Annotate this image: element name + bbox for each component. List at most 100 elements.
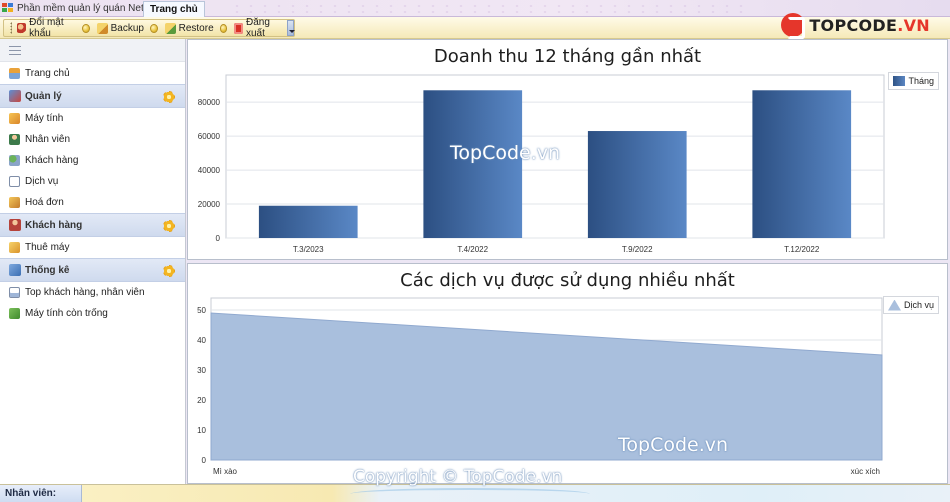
decorative-wave — [350, 488, 590, 500]
staff-icon — [9, 134, 20, 145]
revenue-chart-panel: Doanh thu 12 tháng gần nhất 0 20000 40000 6… — [187, 39, 948, 260]
sidebar-item-staff[interactable]: Nhân viên — [0, 129, 185, 150]
x-tick-label: T.4/2022 — [457, 245, 488, 254]
gear-icon[interactable] — [163, 91, 175, 103]
customer-icon — [9, 155, 20, 166]
sidebar: Trang chủ Quản lý Máy tính Nhân viên Khá… — [0, 39, 186, 484]
user-key-icon — [17, 22, 27, 34]
y-tick-label: 10 — [197, 426, 206, 435]
sidebar-item-computers[interactable]: Máy tính — [0, 108, 185, 129]
logout-label: Đăng xuất — [246, 17, 270, 39]
sidebar-group-label: Quản lý — [25, 90, 62, 102]
topcode-logo-icon — [781, 13, 806, 39]
sidebar-item-label: Khách hàng — [25, 155, 79, 166]
tab-home[interactable]: Trang chủ — [143, 1, 205, 17]
decorative-pattern — [230, 3, 750, 15]
sidebar-item-customers[interactable]: Khách hàng — [0, 150, 185, 171]
backup-label: Backup — [110, 22, 144, 34]
rent-icon — [9, 242, 20, 253]
bar — [587, 131, 687, 238]
sidebar-item-top-customers[interactable]: Top khách hàng, nhân viên — [0, 282, 185, 303]
chart-legend: Tháng — [888, 72, 939, 90]
services-area-chart: 0 10 20 30 40 50 Mì xào xúc xích — [197, 297, 883, 476]
sidebar-item-label: Nhân viên — [25, 134, 71, 145]
invoice-icon — [9, 197, 20, 208]
separator-dot-icon — [150, 23, 158, 33]
backup-button[interactable]: Backup — [95, 20, 146, 36]
y-tick-label: 40 — [197, 336, 206, 345]
x-tick-label: Mì xào — [213, 467, 238, 476]
sidebar-item-home[interactable]: Trang chủ — [0, 63, 185, 84]
sidebar-group-customers[interactable]: Khách hàng — [0, 213, 185, 237]
sidebar-group-management[interactable]: Quản lý — [0, 84, 185, 108]
restore-icon — [164, 22, 176, 34]
app-title-tab[interactable]: Phần mềm quản lý quán Net — [0, 1, 150, 17]
y-tick-label: 60000 — [198, 132, 221, 141]
topcode-logo: TOPCODE.VN — [781, 12, 930, 39]
toolbar-grip-handle[interactable] — [10, 22, 13, 34]
legend-label: Dịch vụ — [903, 300, 934, 310]
y-tick-label: 0 — [216, 234, 221, 243]
change-password-label: Đổi mật khẩu — [29, 17, 64, 39]
restore-button[interactable]: Restore — [163, 20, 216, 36]
y-tick-label: 50 — [197, 306, 206, 315]
x-tick-label: T.3/2023 — [293, 245, 324, 254]
legend-label: Tháng — [908, 76, 934, 86]
sidebar-item-invoices[interactable]: Hoá đơn — [0, 192, 185, 213]
services-chart-panel: Các dịch vụ được sử dụng nhiều nhất 0 10 2… — [187, 263, 948, 484]
app-icon — [2, 3, 13, 13]
home-icon — [9, 68, 20, 79]
separator-dot-icon — [82, 23, 90, 33]
logout-icon — [234, 22, 243, 34]
bar — [752, 90, 852, 238]
change-password-button[interactable]: Đổi mật khẩu — [15, 17, 78, 39]
legend-swatch — [887, 299, 901, 311]
computer-icon — [9, 113, 20, 124]
sidebar-header — [0, 39, 185, 62]
service-icon — [9, 176, 20, 187]
statistics-icon — [9, 264, 21, 276]
sidebar-item-label: Thuê máy — [25, 242, 70, 253]
sidebar-item-label: Trang chủ — [25, 68, 70, 79]
report-icon — [9, 287, 20, 298]
hamburger-menu-icon[interactable] — [9, 46, 21, 55]
separator-dot-icon — [219, 23, 228, 33]
logout-button[interactable]: Đăng xuất — [232, 17, 284, 39]
sidebar-item-label: Hoá đơn — [25, 197, 64, 208]
brand-suffix: .VN — [897, 15, 930, 35]
gear-icon[interactable] — [163, 265, 175, 277]
sidebar-group-label: Thống kê — [25, 264, 70, 276]
current-user-label: Nhân viên: admin — [0, 485, 82, 502]
gear-icon[interactable] — [163, 220, 175, 232]
revenue-bar-chart: 0 20000 40000 60000 80000 T.3/2023 T.4/2022 T.9… — [198, 74, 885, 254]
sidebar-item-services[interactable]: Dịch vụ — [0, 171, 185, 192]
x-tick-label: T.12/2022 — [784, 245, 820, 254]
sidebar-item-label: Dịch vụ — [25, 176, 59, 187]
toolbar-overflow-button[interactable] — [287, 20, 295, 36]
y-tick-label: 20 — [197, 396, 206, 405]
y-tick-label: 20000 — [198, 200, 221, 209]
status-bar: Nhân viên: admin — [0, 484, 950, 502]
x-tick-label: T.9/2022 — [622, 245, 653, 254]
x-tick-label: xúc xích — [851, 467, 880, 476]
sidebar-item-label: Top khách hàng, nhân viên — [25, 287, 145, 298]
sidebar-item-rent-computer[interactable]: Thuê máy — [0, 237, 185, 258]
sidebar-group-statistics[interactable]: Thống kê — [0, 258, 185, 282]
y-tick-label: 0 — [202, 456, 207, 465]
sidebar-item-free-computers[interactable]: Máy tính còn trống — [0, 303, 185, 324]
sidebar-item-label: Máy tính còn trống — [25, 308, 108, 319]
free-computer-icon — [9, 308, 20, 319]
management-icon — [9, 90, 21, 102]
customer-group-icon — [9, 219, 21, 231]
y-tick-label: 40000 — [198, 166, 221, 175]
restore-label: Restore — [178, 22, 214, 34]
app-title: Phần mềm quản lý quán Net — [17, 3, 144, 14]
y-tick-label: 30 — [197, 366, 206, 375]
chart-legend: Dịch vụ — [882, 296, 939, 314]
toolbar-group: Đổi mật khẩu Backup Restore Đăng xuất — [3, 17, 295, 39]
brand-prefix: TOPCODE — [809, 15, 898, 35]
bar — [423, 90, 523, 238]
backup-icon — [96, 22, 108, 34]
sidebar-group-label: Khách hàng — [25, 219, 83, 231]
sidebar-item-label: Máy tính — [25, 113, 64, 124]
